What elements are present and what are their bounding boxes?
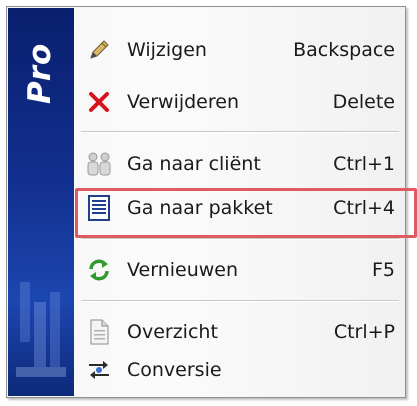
context-menu: Pro Wijzigen Backspace Verwijderen Delet… — [6, 6, 417, 398]
refresh-icon — [85, 256, 113, 284]
menu-item-shortcut: Ctrl+1 — [333, 153, 395, 175]
pencil-icon — [85, 36, 113, 64]
conversion-icon — [85, 356, 113, 384]
brand-logo-text: Pro — [22, 42, 58, 104]
menu-item-ga-naar-client[interactable]: Ga naar cliënt Ctrl+1 — [79, 145, 401, 183]
menu-item-conversie[interactable]: Conversie — [79, 351, 401, 389]
menu-item-wijzigen[interactable]: Wijzigen Backspace — [79, 31, 401, 69]
menu-item-verwijderen[interactable]: Verwijderen Delete — [79, 83, 401, 121]
page-icon — [85, 318, 113, 346]
menu-item-label: Ga naar cliënt — [127, 153, 261, 175]
brand-sidebar: Pro — [8, 8, 74, 396]
menu-item-shortcut: F5 — [371, 259, 395, 281]
menu-item-overzicht[interactable]: Overzicht Ctrl+P — [79, 313, 401, 351]
brand-decoration — [16, 282, 66, 377]
menu-item-label: Overzicht — [127, 321, 218, 343]
menu-item-shortcut: Delete — [332, 91, 395, 113]
menu-separator — [81, 300, 399, 302]
menu-item-label: Conversie — [127, 359, 222, 381]
highlight-box — [75, 188, 417, 238]
people-icon — [85, 150, 113, 178]
menu-item-shortcut: Ctrl+P — [333, 321, 395, 343]
menu-separator — [81, 131, 399, 133]
menu-separator — [81, 238, 399, 240]
red-x-icon — [85, 88, 113, 116]
menu-item-label: Verwijderen — [127, 91, 239, 113]
menu-item-label: Wijzigen — [127, 39, 207, 61]
menu-item-label: Vernieuwen — [127, 259, 239, 281]
menu-item-vernieuwen[interactable]: Vernieuwen F5 — [79, 251, 401, 289]
menu-item-shortcut: Backspace — [293, 39, 395, 61]
